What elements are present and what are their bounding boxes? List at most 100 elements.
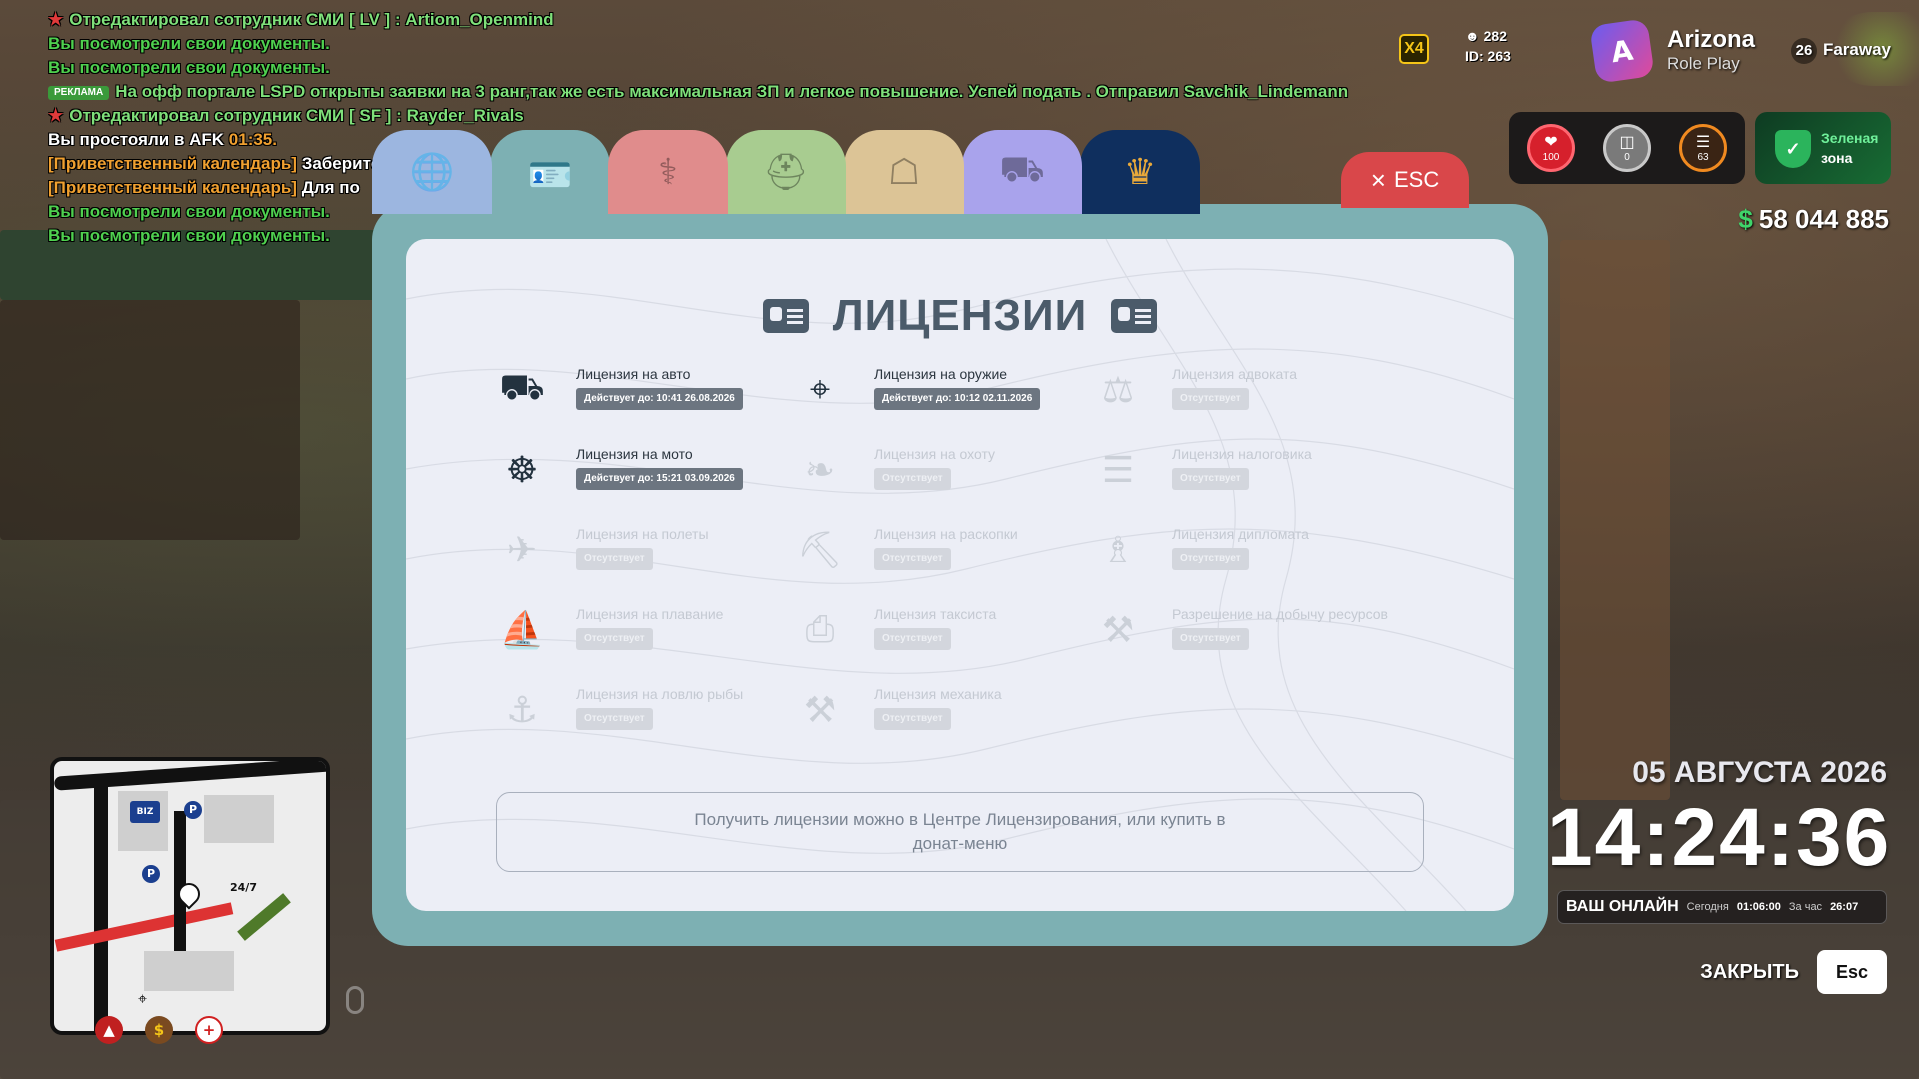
brand: Arizona Role Play xyxy=(1667,26,1755,74)
minimap-road xyxy=(94,781,108,1031)
military-helmet-icon: ⛑ xyxy=(763,152,809,193)
money-display: $58 044 885 xyxy=(1738,204,1889,235)
health-value: 100 xyxy=(1542,151,1560,163)
chat-text: Заберите xyxy=(301,154,381,173)
zone-text: Зеленая зона xyxy=(1821,128,1878,168)
license-item: ⚖ Лицензия адвоката Отсутствует xyxy=(1092,364,1382,424)
tab-property-buildings[interactable]: ☖ xyxy=(844,130,964,214)
tab-car[interactable]: ⛟ xyxy=(962,130,1082,214)
player-id: ID: 263 xyxy=(1465,48,1511,64)
passport-icon: 🌐 xyxy=(409,152,455,193)
brand-title: Arizona xyxy=(1667,26,1756,53)
parking-icon: P xyxy=(142,865,160,883)
license-status-badge: Отсутствует xyxy=(576,708,653,730)
license-name: Лицензия на ловлю рыбы xyxy=(576,686,744,702)
license-status-badge: Отсутствует xyxy=(1172,468,1249,490)
hour-value: 26:07 xyxy=(1830,901,1859,913)
license-status-badge: Отсутствует xyxy=(874,548,951,570)
pistol-icon: ⌖ xyxy=(809,369,831,410)
weapon-shop-icon: ⌖ xyxy=(138,989,148,1008)
current-date: 05 АВГУСТА 2026 xyxy=(1632,756,1887,789)
chat-text: Отредактировал сотрудник СМИ [ LV ] : Ar… xyxy=(69,10,554,29)
close-label: ЗАКРЫТЬ xyxy=(1700,960,1799,983)
hunger-indicator: ☰ 63 xyxy=(1679,124,1727,172)
id-card-icon: 🪪 xyxy=(527,155,573,196)
license-name: Лицензия на мото xyxy=(576,446,693,462)
medical-caduceus-icon: ⚕ xyxy=(658,151,678,193)
scene-pillar-right xyxy=(1560,240,1670,800)
chat-text: Отредактировал сотрудник СМИ [ SF ] : Ra… xyxy=(69,106,524,125)
licenses-title: ЛИЦЕНЗИИ xyxy=(406,291,1514,341)
license-name: Лицензия на плавание xyxy=(576,606,724,622)
armor-value: 0 xyxy=(1624,151,1630,163)
info-box: Получить лицензии можно в Центре Лицензи… xyxy=(496,792,1424,872)
taxi-icon: ⎙ xyxy=(805,609,835,650)
esc-label: ESC xyxy=(1393,167,1440,192)
license-name: Лицензия налоговика xyxy=(1172,446,1312,462)
license-status-badge: Отсутствует xyxy=(1172,628,1249,650)
tab-id-card[interactable]: 🪪 xyxy=(490,130,610,220)
license-item: ⎙ Лицензия таксиста Отсутствует xyxy=(794,604,1084,664)
tab-medical-caduceus[interactable]: ⚕ xyxy=(608,130,728,214)
brand-subtitle: Role Play xyxy=(1667,54,1740,73)
license-item: ☸ Лицензия на мото Действует до: 15:21 03.… xyxy=(496,444,786,504)
license-name: Лицензия адвоката xyxy=(1172,366,1298,382)
license-status-badge: Действует до: 10:41 26.08.2026 xyxy=(576,388,743,410)
tab-crown[interactable]: ♛ xyxy=(1080,130,1200,214)
minimap[interactable]: BIZ P P 24/7 ⌖ xyxy=(50,757,330,1035)
safe-zone-badge: ✓ Зеленая зона xyxy=(1755,112,1891,184)
esc-close-button[interactable]: × ESC xyxy=(1341,152,1469,208)
license-status-badge: Отсутствует xyxy=(576,548,653,570)
online-time-panel: ВАШ ОНЛАЙН Сегодня 01:06:00 За час 26:07 xyxy=(1557,890,1887,924)
motorcycle-icon: ☸ xyxy=(505,449,539,491)
hunger-value: 63 xyxy=(1697,151,1709,163)
tab-passport[interactable]: 🌐 xyxy=(372,130,492,214)
close-icon: × xyxy=(1370,164,1386,195)
burger-icon: ☰ xyxy=(1695,133,1711,151)
sailboat-icon: ⛵ xyxy=(499,610,545,651)
today-value: 01:06:00 xyxy=(1736,901,1781,913)
parking-icon: P xyxy=(184,801,202,819)
chat-text: Вы простояли в AFK xyxy=(48,130,229,149)
license-status-badge: Отсутствует xyxy=(874,628,951,650)
shop-24-7-icon: 24/7 xyxy=(230,881,257,894)
close-hint: ЗАКРЫТЬ Esc xyxy=(1700,950,1887,994)
close-esc-key-button[interactable]: Esc xyxy=(1817,950,1887,994)
multiplier-badge: X4 xyxy=(1399,34,1429,64)
car-icon: ⛟ xyxy=(999,149,1045,190)
id-card-icon xyxy=(762,299,809,333)
chat-line: РЕКЛАМА На офф портале LSPD открыты заявк… xyxy=(48,80,1468,104)
license-item: ⛏ Лицензия на раскопки Отсутствует xyxy=(794,524,1084,584)
license-name: Лицензия дипломата xyxy=(1172,526,1309,542)
license-item: ⚓ Лицензия на ловлю рыбы Отсутствует xyxy=(496,684,786,744)
license-name: Лицензия таксиста xyxy=(874,606,997,622)
server-name: Faraway xyxy=(1822,40,1891,59)
chat-text: Для по xyxy=(301,178,360,197)
id-card-icon xyxy=(1111,299,1158,333)
license-item: ☰ Лицензия налоговика Отсутствует xyxy=(1092,444,1382,504)
chat-line: ★ Отредактировал сотрудник СМИ [ LV ] : A… xyxy=(48,8,1468,32)
health-indicator: ❤ 100 xyxy=(1527,124,1575,172)
license-name: Разрешение на добычу ресурсов xyxy=(1172,606,1388,622)
licenses-card: ЛИЦЕНЗИИ ⛟ Лицензия на авто Действует до: … xyxy=(406,239,1514,911)
microphone-icon[interactable] xyxy=(346,986,364,1014)
chat-text: Вы посмотрели свои документы. xyxy=(48,58,330,77)
license-status-badge: Действует до: 15:21 03.09.2026 xyxy=(576,468,743,490)
license-name: Лицензия механика xyxy=(874,686,1002,702)
briefcase-money-icon: $ xyxy=(145,1016,173,1044)
page-title: ЛИЦЕНЗИИ xyxy=(832,291,1088,340)
medic-cross-icon: + xyxy=(195,1016,223,1044)
zone-line1: Зеленая xyxy=(1821,130,1879,146)
license-status-badge: Отсутствует xyxy=(874,468,951,490)
minimap-block xyxy=(144,951,234,991)
license-status-badge: Отсутствует xyxy=(874,708,951,730)
license-name: Лицензия на авто xyxy=(576,366,691,382)
pin-icon: ★ xyxy=(48,10,64,29)
deer-icon: ❧ xyxy=(804,449,836,491)
tab-military-helmet[interactable]: ⛑ xyxy=(726,130,846,214)
license-name: Лицензия на раскопки xyxy=(874,526,1018,542)
dollar-icon: $ xyxy=(1738,204,1753,234)
today-label: Сегодня xyxy=(1686,901,1729,913)
license-item: ⚒ Разрешение на добычу ресурсов Отсутствуе… xyxy=(1092,604,1388,664)
car-icon: ⛟ xyxy=(499,367,545,408)
